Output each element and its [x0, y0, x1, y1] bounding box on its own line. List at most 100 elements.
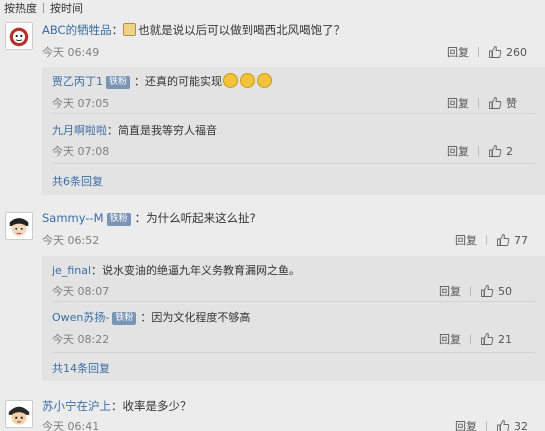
reply-username[interactable]: Owen苏扬-: [52, 311, 109, 324]
reply-button[interactable]: 回复: [447, 95, 469, 111]
action-divider: [478, 98, 479, 108]
like-button[interactable]: 260: [488, 45, 527, 59]
thumbs-up-icon: [481, 333, 494, 345]
reply-item: je_final：说水变油的绝逼九年义务教育漏网之鱼。 今天 08:07 回复 …: [52, 262, 545, 298]
reply-item: Owen苏扬- 铁粉 ：因为文化程度不够高 今天 08:22 回复 21: [52, 309, 545, 347]
like-count: 赞: [506, 97, 517, 110]
reply-line: Owen苏扬- 铁粉 ：因为文化程度不够高: [52, 309, 250, 325]
like-count: 32: [514, 419, 528, 431]
action-divider: [478, 146, 479, 156]
reply-text: 还真的可能实现: [145, 75, 223, 88]
reply-divider: [52, 352, 535, 353]
comment-time: 今天 06:52: [42, 234, 100, 247]
like-button[interactable]: 50: [480, 284, 512, 298]
colon: ：: [140, 311, 152, 324]
colon: ：: [91, 264, 103, 277]
grinning-emoji-icon: [257, 73, 273, 88]
colon: ：: [111, 399, 123, 413]
reply-text: 说水变油的绝逼九年义务教育漏网之鱼。: [102, 264, 301, 277]
like-button[interactable]: 32: [496, 419, 528, 431]
reply-time: 今天 07:08: [52, 145, 110, 158]
colon: ：: [107, 124, 118, 137]
reply-text: 因为文化程度不够高: [151, 311, 251, 324]
comment-username[interactable]: Sammy--M: [42, 211, 104, 225]
comment-item: 苏小宁在沪上：收率是多少？ 今天 06:41 回复 32: [0, 396, 545, 431]
reply-time: 今天 07:05: [52, 97, 110, 110]
action-divider: [478, 47, 479, 57]
reply-actions: 回复 2: [447, 143, 513, 159]
reply-time: 今天 08:22: [52, 333, 110, 346]
comment-item: Sammy--M 铁粉 ：为什么听起来这么扯? 今天 06:52 回复 77 je_…: [0, 208, 545, 381]
comment-line: 苏小宁在沪上：收率是多少？: [42, 398, 192, 414]
comment-line: Sammy--M 铁粉 ：为什么听起来这么扯?: [42, 210, 256, 226]
comment-time: 今天 06:41: [42, 420, 100, 431]
like-count: 2: [506, 144, 513, 158]
more-replies-link[interactable]: 共6条回复: [52, 173, 103, 189]
reply-actions: 回复 50: [439, 283, 512, 299]
comment-username[interactable]: 苏小宁在沪上: [42, 399, 111, 413]
thumbs-up-icon: [489, 46, 502, 58]
grinning-emoji-icon: [240, 73, 256, 88]
thumbs-up-icon: [497, 234, 510, 246]
cartoon-mascot-avatar-icon[interactable]: [5, 22, 33, 50]
like-count: 50: [498, 284, 512, 298]
colon: ：: [111, 23, 124, 37]
colon: ：: [134, 75, 146, 88]
like-button[interactable]: 77: [496, 233, 528, 247]
reply-divider: [52, 163, 535, 164]
reply-item: 贾乙丙丁1 铁粉 ：还真的可能实现 今天 07:05 回复 赞: [52, 73, 545, 111]
comment-item: ABC的牺牲品： 也就是说以后可以做到喝西北风喝饱了？ 今天 06:49 回复 2…: [0, 20, 545, 195]
reply-text: 简直是我等穷人福音: [118, 124, 217, 137]
reply-line: 贾乙丙丁1 铁粉 ：还真的可能实现: [52, 73, 273, 89]
reply-button[interactable]: 回复: [439, 283, 461, 299]
comment-username[interactable]: ABC的牺牲品: [42, 23, 112, 37]
reply-button[interactable]: 回复: [439, 331, 461, 347]
action-divider: [470, 286, 471, 296]
comment-actions: 回复 260: [447, 44, 527, 60]
like-count: 260: [506, 45, 527, 59]
reply-button[interactable]: 回复: [455, 232, 477, 248]
reply-divider: [52, 301, 535, 302]
thumbs-up-icon: [489, 97, 502, 109]
comment-text: 收率是多少？: [122, 399, 192, 413]
reply-item: 九月啊啦啦：简直是我等穷人福音 今天 07:08 回复 2: [52, 122, 545, 158]
reply-actions: 回复 赞: [447, 95, 517, 111]
reply-username[interactable]: je_final: [52, 264, 91, 277]
comment-time: 今天 06:49: [42, 46, 100, 59]
comment-line: ABC的牺牲品： 也就是说以后可以做到喝西北风喝饱了？: [42, 22, 345, 38]
thumbs-up-icon: [497, 420, 510, 431]
reply-divider: [52, 113, 535, 114]
reply-button[interactable]: 回复: [447, 44, 469, 60]
like-count: 77: [514, 233, 528, 247]
action-divider: [470, 334, 471, 344]
grinning-emoji-icon: [223, 73, 239, 88]
fan-badge: 铁粉: [112, 312, 137, 325]
sort-by-time-tab[interactable]: 按时间: [44, 0, 89, 16]
reply-username[interactable]: 贾乙丙丁1: [52, 75, 103, 88]
replies-box: 贾乙丙丁1 铁粉 ：还真的可能实现 今天 07:05 回复 赞 九月啊啦啦：简直是我…: [42, 67, 545, 195]
fan-badge: 铁粉: [106, 76, 131, 89]
colon: ：: [134, 211, 147, 225]
like-button[interactable]: 2: [488, 144, 513, 158]
sort-by-hot-tab[interactable]: 按热度: [0, 0, 43, 16]
like-button[interactable]: 21: [480, 332, 512, 346]
fan-badge: 铁粉: [106, 213, 131, 226]
like-button[interactable]: 赞: [488, 95, 517, 111]
reply-button[interactable]: 回复: [447, 143, 469, 159]
comment-actions: 回复 77: [455, 232, 528, 248]
like-count: 21: [498, 332, 512, 346]
more-replies-link[interactable]: 共14条回复: [52, 360, 110, 376]
comment-text: 为什么听起来这么扯?: [146, 211, 256, 225]
reply-actions: 回复 21: [439, 331, 512, 347]
sort-bar: 按热度 按时间: [0, 0, 545, 16]
anime-character-avatar-icon[interactable]: [5, 400, 33, 428]
cartoon-face-avatar-icon[interactable]: [5, 212, 33, 240]
action-divider: [486, 235, 487, 245]
reply-line: je_final：说水变油的绝逼九年义务教育漏网之鱼。: [52, 262, 300, 278]
reply-button[interactable]: 回复: [455, 418, 477, 431]
reply-time: 今天 08:07: [52, 285, 110, 298]
reply-username[interactable]: 九月啊啦啦: [52, 124, 107, 137]
thumbs-up-icon: [489, 145, 502, 157]
thumbs-up-icon: [481, 285, 494, 297]
comment-actions: 回复 32: [455, 418, 528, 431]
